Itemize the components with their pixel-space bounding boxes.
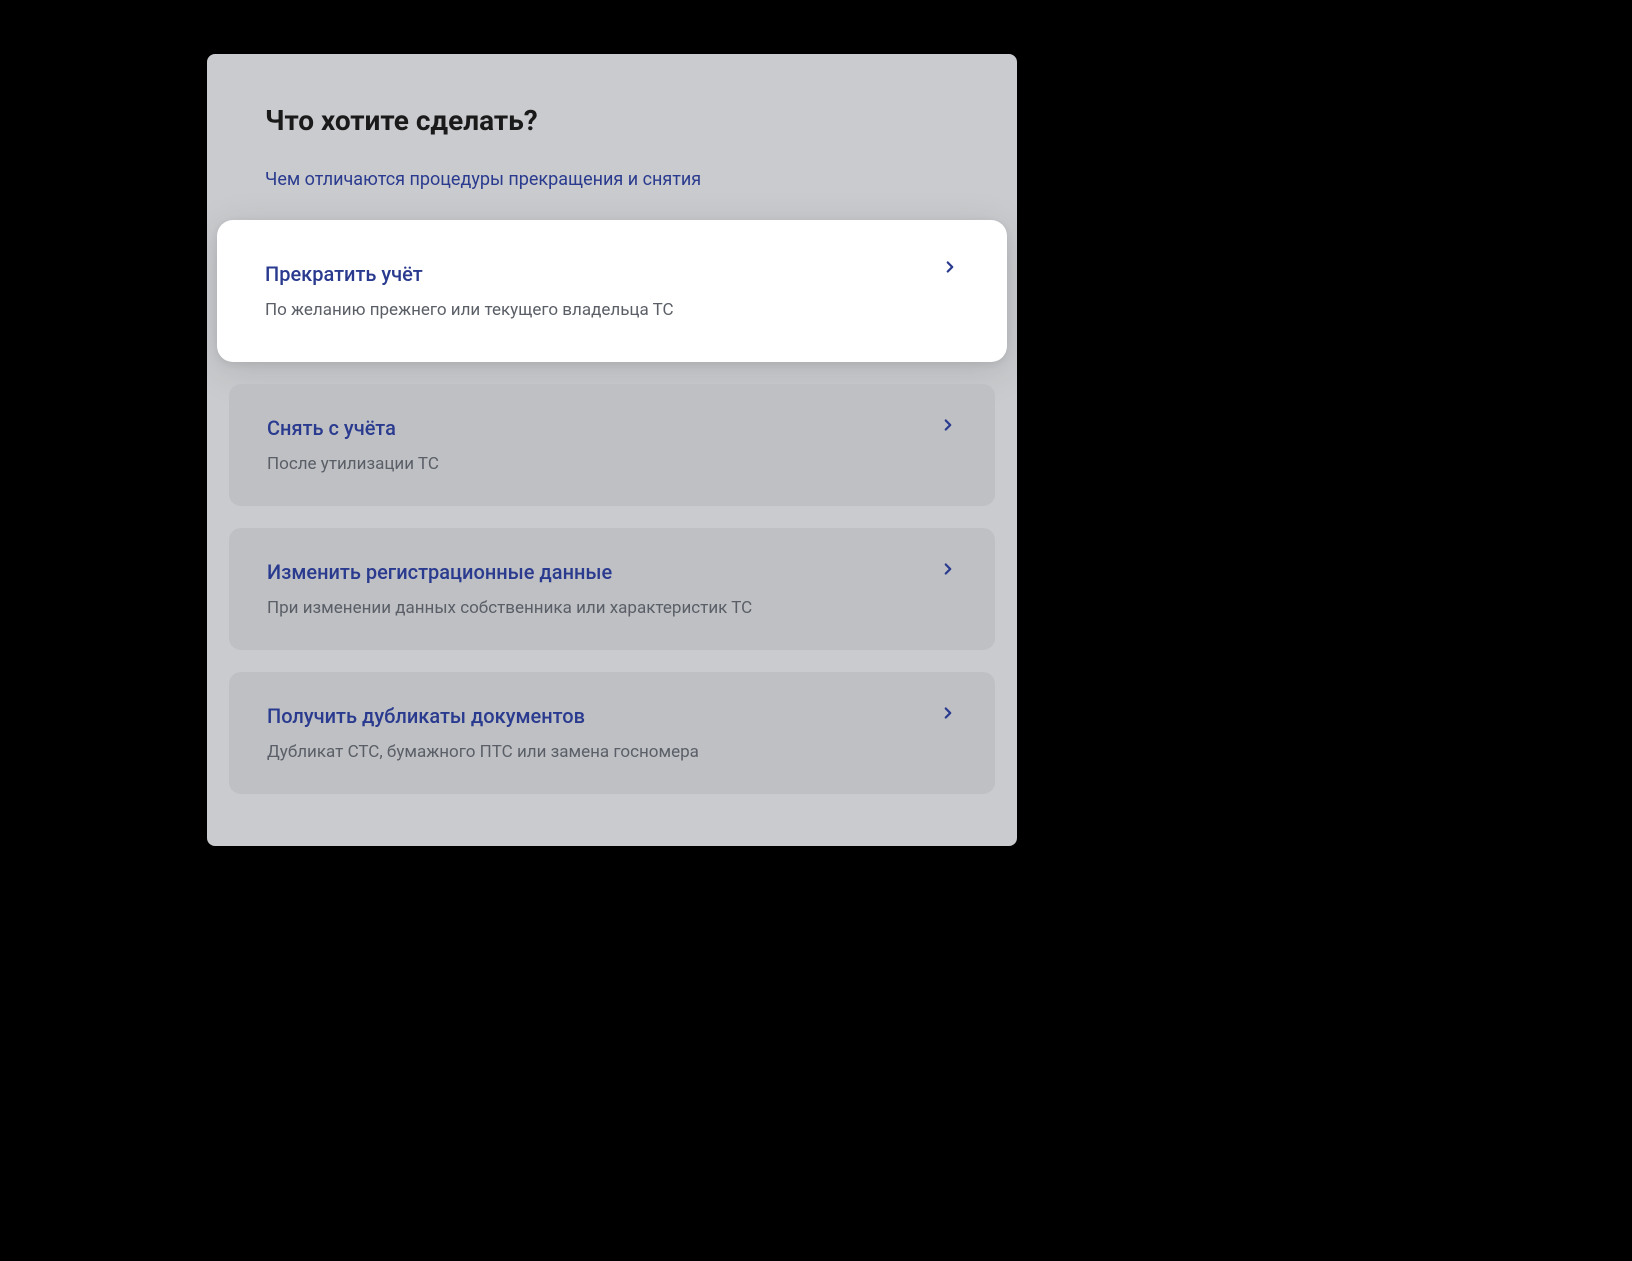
option-title: Изменить регистрационные данные	[267, 560, 957, 584]
option-subtitle: При изменении данных собственника или ха…	[267, 598, 957, 618]
option-title: Получить дубликаты документов	[267, 704, 957, 728]
option-title: Прекратить учёт	[265, 262, 959, 286]
option-card-deregister[interactable]: Снять с учёта После утилизации ТС	[229, 384, 995, 506]
chevron-right-icon	[939, 416, 957, 438]
option-subtitle: Дубликат СТС, бумажного ПТС или замена г…	[267, 742, 957, 762]
page-title: Что хотите сделать?	[265, 104, 1017, 137]
chevron-right-icon	[939, 704, 957, 726]
option-subtitle: По желанию прежнего или текущего владель…	[265, 300, 959, 320]
option-title: Снять с учёта	[267, 416, 957, 440]
chevron-right-icon	[941, 258, 959, 280]
main-panel: Что хотите сделать? Чем отличаются проце…	[207, 54, 1017, 846]
hint-link[interactable]: Чем отличаются процедуры прекращения и с…	[265, 169, 1017, 190]
option-subtitle: После утилизации ТС	[267, 454, 957, 474]
option-card-change-data[interactable]: Изменить регистрационные данные При изме…	[229, 528, 995, 650]
chevron-right-icon	[939, 560, 957, 582]
option-card-duplicates[interactable]: Получить дубликаты документов Дубликат С…	[229, 672, 995, 794]
option-card-terminate[interactable]: Прекратить учёт По желанию прежнего или …	[217, 220, 1007, 362]
